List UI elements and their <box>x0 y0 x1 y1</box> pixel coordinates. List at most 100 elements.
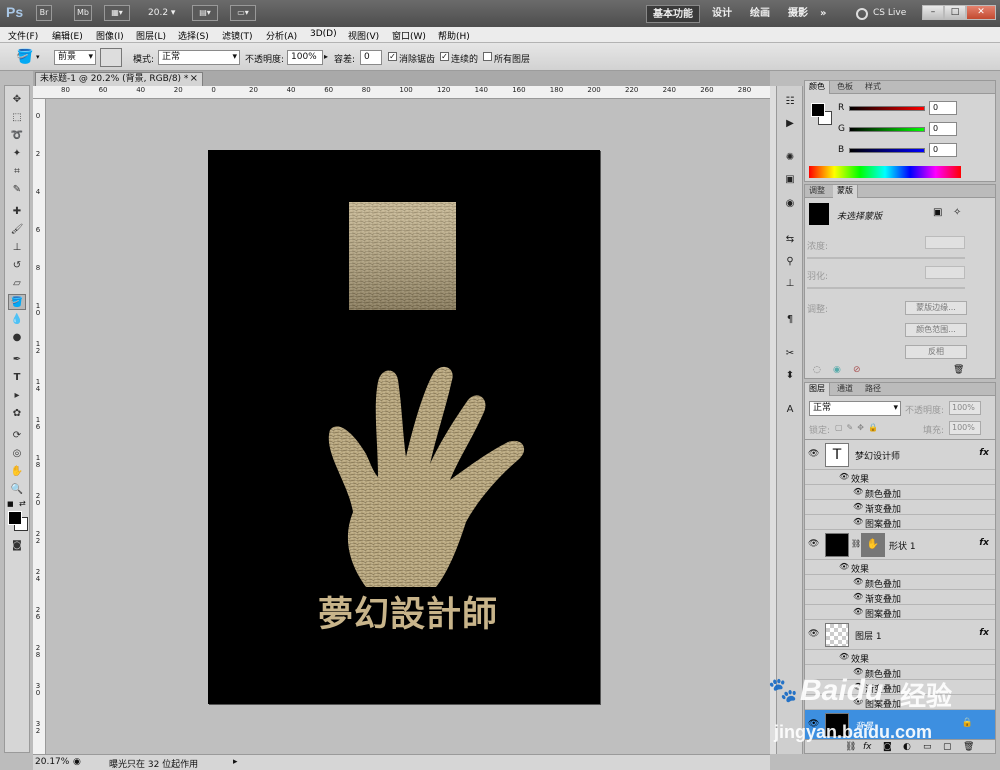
mode-select[interactable]: 正常 ▾ <box>158 50 240 65</box>
color-spectrum-ramp[interactable] <box>809 166 961 178</box>
tab-channels[interactable]: 通道 <box>833 383 857 396</box>
workspace-photography[interactable]: 摄影 <box>782 5 814 23</box>
blur-tool-icon[interactable]: 💧 <box>8 312 26 328</box>
layer-opacity-input[interactable]: 100% <box>949 401 981 415</box>
zoom-level-menu[interactable]: 20.2 ▾ <box>148 8 175 18</box>
channel-g-slider[interactable] <box>849 127 925 132</box>
close-button[interactable]: ✕ <box>966 5 996 20</box>
visibility-eye-icon[interactable]: 👁 <box>808 449 820 459</box>
menu-edit[interactable]: 编辑(E) <box>52 29 83 42</box>
3d-rotate-tool-icon[interactable]: ⟳ <box>8 428 26 444</box>
brushes-panel-icon[interactable]: ✺ <box>781 150 799 166</box>
workspace-design[interactable]: 设计 <box>706 5 738 23</box>
fx-icon[interactable]: fx <box>979 628 989 638</box>
fx-icon[interactable]: fx <box>979 448 989 458</box>
fill-source-select[interactable]: 前景 ▾ <box>54 50 96 65</box>
density-input[interactable] <box>925 236 965 249</box>
cslive-button[interactable]: CS Live <box>873 8 906 18</box>
marquee-tool-icon[interactable]: ⬚ <box>8 110 26 126</box>
bridge-button[interactable]: Br <box>36 5 52 21</box>
effects-group[interactable]: 👁 效果 <box>805 470 995 485</box>
menu-help[interactable]: 帮助(H) <box>438 29 470 42</box>
blend-mode-select[interactable]: 正常 ▾ <box>809 401 901 416</box>
menu-file[interactable]: 文件(F) <box>8 29 38 42</box>
load-selection-icon[interactable]: ◌ <box>813 365 821 375</box>
layer-row-shape[interactable]: 👁 ⛓ ✋ 形状 1 fx <box>805 530 995 560</box>
status-zoom-icon[interactable]: ◉ <box>73 757 81 767</box>
link-icon[interactable]: ⛓ <box>851 539 861 548</box>
3d-panel-icon[interactable]: ⚲ <box>781 254 799 270</box>
paint-bucket-tool-icon[interactable]: 🪣 <box>8 294 26 310</box>
lock-icons[interactable]: ▢✎✥🔒 <box>835 423 882 432</box>
effect-eye-icon[interactable]: 👁 <box>853 607 863 616</box>
menu-select[interactable]: 选择(S) <box>178 29 209 42</box>
swap-colors-icon[interactable]: ⇄ <box>19 499 26 508</box>
channel-g-input[interactable]: 0 <box>929 122 957 136</box>
quick-mask-icon[interactable]: ◙ <box>8 538 26 554</box>
tab-layers[interactable]: 图层 <box>805 383 830 396</box>
effect-eye-icon[interactable]: 👁 <box>853 592 863 601</box>
density-slider[interactable] <box>807 257 965 259</box>
healing-brush-tool-icon[interactable]: ✚ <box>8 204 26 220</box>
tool-preset-dropdown-icon[interactable]: ▾ <box>36 53 40 61</box>
delete-mask-icon[interactable]: 🗑 <box>953 365 964 375</box>
layer-name[interactable]: 形状 1 <box>889 539 916 552</box>
clone-stamp-tool-icon[interactable]: ⊥ <box>8 240 26 256</box>
channel-r-slider[interactable] <box>849 106 925 111</box>
move-tool-icon[interactable]: ✥ <box>8 92 26 108</box>
apply-mask-icon[interactable]: ◉ <box>833 365 841 375</box>
tab-styles[interactable]: 样式 <box>861 81 885 94</box>
navigator-panel-icon[interactable]: ◉ <box>781 196 799 212</box>
add-pixel-mask-icon[interactable]: ▣ <box>933 207 942 218</box>
visibility-eye-icon[interactable]: 👁 <box>808 539 820 549</box>
minimize-button[interactable]: – <box>922 5 944 20</box>
layer-row-layer1[interactable]: 👁 图层 1 fx <box>805 620 995 650</box>
document-image[interactable]: 夢幻設計師 <box>208 150 600 704</box>
character-panel-icon[interactable]: A <box>781 402 799 418</box>
invert-button[interactable]: 反相 <box>905 345 967 359</box>
menu-filter[interactable]: 滤镜(T) <box>222 29 253 42</box>
mask-edge-button[interactable]: 蒙版边缘... <box>905 301 967 315</box>
adjustments-panel-icon[interactable]: ⇆ <box>781 232 799 248</box>
more-workspaces-button[interactable]: » <box>814 5 832 23</box>
opacity-slider-toggle-icon[interactable]: ▸ <box>324 52 328 61</box>
layer-row-text[interactable]: 👁 T 梦幻设计师 fx <box>805 440 995 470</box>
restore-button[interactable]: □ <box>944 5 966 20</box>
effects-group[interactable]: 👁 效果 <box>805 560 995 575</box>
effect-row[interactable]: 👁 颜色叠加 <box>805 575 995 590</box>
effect-eye-icon[interactable]: 👁 <box>853 502 863 511</box>
tab-color[interactable]: 颜色 <box>805 81 830 94</box>
paragraph-panel-icon[interactable]: ¶ <box>781 312 799 328</box>
arrange-documents-button[interactable]: ▤▾ <box>192 5 218 21</box>
effect-eye-icon[interactable]: 👁 <box>853 577 863 586</box>
animation-panel-icon[interactable]: ⬍ <box>781 368 799 384</box>
quick-select-tool-icon[interactable]: ✦ <box>8 146 26 162</box>
disable-mask-icon[interactable]: ⊘ <box>853 365 861 375</box>
pattern-picker[interactable] <box>100 48 122 67</box>
antialias-checkbox[interactable]: ✓ <box>388 52 397 61</box>
workspace-essentials[interactable]: 基本功能 <box>646 5 700 23</box>
path-select-tool-icon[interactable]: ▸ <box>8 388 26 404</box>
fx-icon[interactable]: fx <box>979 538 989 548</box>
color-foreground-swatch[interactable] <box>811 103 825 117</box>
channel-b-slider[interactable] <box>849 148 925 153</box>
dodge-tool-icon[interactable]: ● <box>8 330 26 346</box>
channel-r-input[interactable]: 0 <box>929 101 957 115</box>
layer-name[interactable]: 梦幻设计师 <box>855 449 900 462</box>
effect-eye-icon[interactable]: 👁 <box>839 562 849 571</box>
effect-eye-icon[interactable]: 👁 <box>853 517 863 526</box>
fill-input[interactable]: 100% <box>949 421 981 435</box>
shape-tool-icon[interactable]: ✿ <box>8 406 26 422</box>
history-panel-icon[interactable]: ☷ <box>781 94 799 110</box>
3d-orbit-tool-icon[interactable]: ◎ <box>8 446 26 462</box>
effect-eye-icon[interactable]: 👁 <box>853 487 863 496</box>
tools-preset-panel-icon[interactable]: ✂ <box>781 346 799 362</box>
tab-swatches[interactable]: 色板 <box>833 81 857 94</box>
layer-name[interactable]: 图层 1 <box>855 629 882 642</box>
history-brush-tool-icon[interactable]: ↺ <box>8 258 26 274</box>
stamp-panel-icon[interactable]: ⊥ <box>781 276 799 292</box>
tolerance-input[interactable]: 0 <box>360 50 382 65</box>
effect-row[interactable]: 👁 渐变叠加 <box>805 590 995 605</box>
clone-source-panel-icon[interactable]: ▣ <box>781 172 799 188</box>
workspace-painting[interactable]: 绘画 <box>744 5 776 23</box>
